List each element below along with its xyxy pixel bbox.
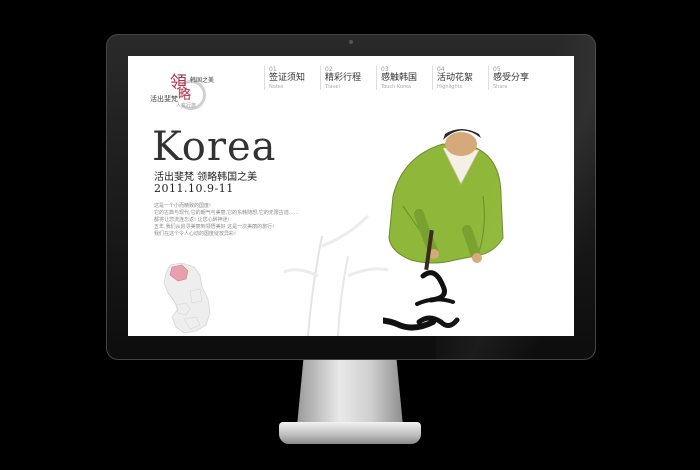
nav-subtitle: Travel xyxy=(325,84,340,90)
nav-item-travel[interactable]: 02 精彩行程 Travel xyxy=(320,66,376,90)
logo-tagline: 韩国之美 xyxy=(190,77,215,84)
nav-subtitle: Share xyxy=(493,84,508,90)
camera-dot xyxy=(349,40,353,44)
nav-label: 感触韩国 xyxy=(381,73,418,83)
nav-number: 05 xyxy=(493,66,501,73)
bamboo-ink-background xyxy=(283,214,389,336)
hero-title: Korea xyxy=(152,124,277,170)
nav-subtitle: Notes xyxy=(269,84,284,90)
nav-number: 04 xyxy=(437,66,445,73)
nav-number: 01 xyxy=(269,66,277,73)
site-logo[interactable]: 領 略 韩国之美 活出斐梵 人文行旅 xyxy=(148,66,218,112)
hero-subtitle: 活出斐梵 领略韩国之美 xyxy=(154,172,258,183)
nav-subtitle: Highlights xyxy=(437,84,463,90)
nav-label: 精彩行程 xyxy=(325,73,362,83)
nav-number: 02 xyxy=(325,66,333,73)
nav-label: 活动花絮 xyxy=(437,73,474,83)
monitor-stand-base xyxy=(279,422,421,444)
nav-subtitle: Touch Korea xyxy=(381,84,412,90)
monitor-bezel: 領 略 韩国之美 活出斐梵 人文行旅 01 签证须知 Notes 02 精彩行程… xyxy=(106,34,596,360)
monitor-stand-neck xyxy=(297,360,403,426)
nav-item-highlights[interactable]: 04 活动花絮 Highlights xyxy=(432,66,488,90)
logo-slogan: 活出斐梵 xyxy=(150,95,178,103)
nav-item-touch-korea[interactable]: 03 感触韩国 Touch Korea xyxy=(376,66,432,90)
korea-map-graphic xyxy=(163,262,211,334)
logo-subline: 人文行旅 xyxy=(176,103,197,109)
nav-label: 感受分享 xyxy=(493,73,530,83)
nav-item-share[interactable]: 05 感受分享 Share xyxy=(488,66,544,90)
web-page: 領 略 韩国之美 活出斐梵 人文行旅 01 签证须知 Notes 02 精彩行程… xyxy=(128,56,574,336)
nav-number: 03 xyxy=(381,66,389,73)
nav-label: 签证须知 xyxy=(269,73,306,83)
event-date: 2011.10.9-11 xyxy=(154,182,234,195)
main-nav: 01 签证须知 Notes 02 精彩行程 Travel 03 感触韩国 Tou… xyxy=(264,66,544,90)
calligrapher-illustration xyxy=(383,129,504,331)
nav-item-notes[interactable]: 01 签证须知 Notes xyxy=(264,66,320,90)
logo-glyph-2: 略 xyxy=(178,88,192,103)
